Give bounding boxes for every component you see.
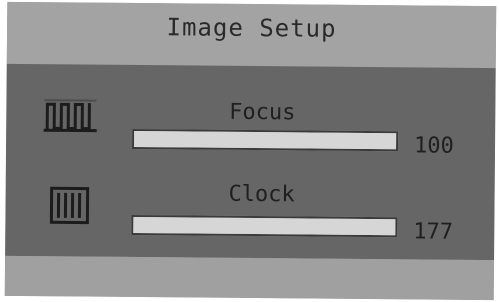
title-bar: Image Setup xyxy=(6,1,497,69)
clock-slider-fill xyxy=(133,216,396,236)
clock-label: Clock xyxy=(228,181,295,208)
clock-bars-icon xyxy=(49,186,90,225)
bottom-bar xyxy=(4,255,495,301)
clock-value: 177 xyxy=(413,219,454,245)
window-title: Image Setup xyxy=(166,13,337,43)
setting-row-clock[interactable]: Clock 177 xyxy=(5,172,495,262)
focus-slider[interactable] xyxy=(132,128,399,152)
focus-label: Focus xyxy=(229,99,296,126)
osd-window: Image Setup Focus 100 Clock 177 xyxy=(4,1,497,301)
settings-panel: Focus 100 Clock 177 xyxy=(5,63,496,262)
focus-waveform-icon xyxy=(43,99,97,133)
setting-row-focus[interactable]: Focus 100 xyxy=(6,90,496,180)
focus-value: 100 xyxy=(413,133,454,159)
clock-slider[interactable] xyxy=(131,214,398,238)
focus-slider-fill xyxy=(134,130,397,150)
